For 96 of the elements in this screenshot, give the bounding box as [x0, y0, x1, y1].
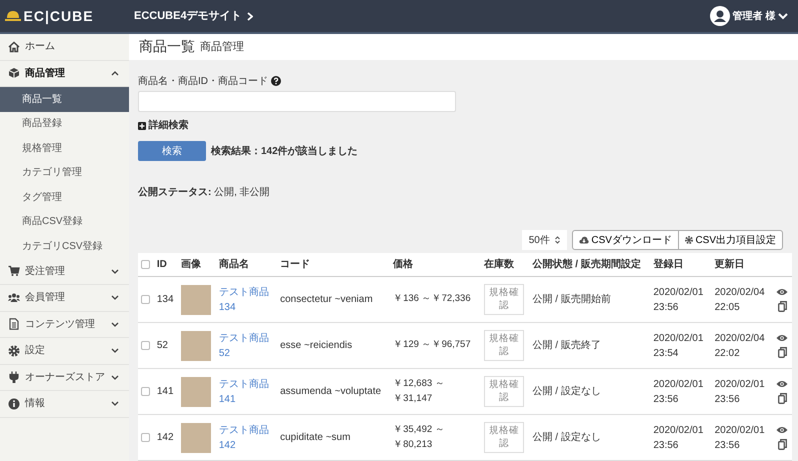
date-cell-text: 2020/02/01 23:54: [653, 332, 704, 360]
sidebar-subitem[interactable]: 商品一覧: [0, 87, 129, 112]
page-subtitle: 商品管理: [200, 40, 244, 54]
stock-check-button[interactable]: 規格確認: [484, 376, 524, 407]
column-header: 登録日: [653, 258, 684, 270]
date-cell-text: 2020/02/01 23:56: [653, 286, 704, 314]
stock-check-button[interactable]: 規格確認: [484, 422, 524, 453]
csv-download-button[interactable]: CSVダウンロード: [572, 230, 679, 250]
date-cell-text: 2020/02/01 23:56: [653, 378, 704, 406]
copy-icon[interactable]: [778, 300, 787, 312]
code-cell: cupiditate ~sum: [280, 432, 350, 443]
search-field[interactable]: [138, 91, 456, 112]
column-header: ID: [156, 258, 167, 270]
per-page-select[interactable]: 50件: [522, 230, 567, 250]
eye-icon[interactable]: [776, 380, 788, 388]
users-icon: [8, 292, 20, 304]
document-icon: [8, 318, 20, 330]
photo-placeholder: [180, 376, 211, 406]
search-result-text: 検索結果：142件が該当しました: [211, 144, 358, 158]
info-icon: [8, 398, 20, 410]
column-header: コード: [280, 258, 310, 270]
status-filter-text: 公開ステータス: 公開, 非公開: [138, 186, 271, 200]
copy-icon[interactable]: [778, 346, 787, 358]
sidebar-subitem[interactable]: 規格管理: [0, 136, 129, 160]
search-label: 商品名・商品ID・商品コード: [138, 74, 268, 88]
code-cell: consectetur ~veniam: [280, 294, 373, 305]
page-title: 商品一覧: [139, 37, 195, 56]
code-cell: esse ~reiciendis: [280, 340, 352, 351]
column-header: 商品名: [218, 258, 249, 270]
stock-check-button[interactable]: 規格確認: [484, 330, 524, 361]
search-button[interactable]: 検索: [138, 141, 206, 161]
price-cell-text: ￥136 ～￥72,336: [393, 292, 472, 306]
copy-icon[interactable]: [778, 438, 787, 450]
date-cell-text: 2020/02/01 23:56: [714, 424, 766, 452]
csv-settings-button[interactable]: CSV出力項目設定: [678, 230, 783, 250]
help-icon[interactable]: [270, 76, 280, 86]
product-name-link[interactable]: テスト商品 52: [218, 330, 271, 360]
date-cell-text: 2020/02/01 23:56: [714, 378, 766, 406]
user-name[interactable]: 管理者 様: [732, 8, 776, 24]
row-checkbox[interactable]: [141, 432, 150, 442]
id-cell: 134: [156, 294, 174, 305]
id-cell: 142: [156, 432, 174, 443]
id-cell: 141: [156, 386, 174, 397]
row-checkbox[interactable]: [141, 294, 150, 304]
cloud-download-icon: [578, 236, 589, 244]
status-cell: 公開 / 設定なし: [532, 386, 601, 397]
cart-icon: [8, 265, 20, 278]
row-checkbox[interactable]: [141, 386, 150, 396]
price-cell-text: ￥12,683 ～￥31,147: [393, 377, 446, 406]
eye-icon[interactable]: [776, 334, 788, 342]
user-avatar-icon[interactable]: [710, 6, 730, 26]
chevron-down-icon[interactable]: [778, 12, 788, 20]
eye-icon[interactable]: [776, 288, 788, 296]
gear-icon: [684, 236, 693, 244]
price-cell-text: ￥129 ～￥96,757: [393, 338, 472, 352]
date-cell-text: 2020/02/01 23:56: [653, 424, 704, 452]
column-header: 価格: [393, 258, 414, 270]
sidebar-subitem[interactable]: カテゴリ管理: [0, 160, 129, 185]
sort-arrows-icon: [554, 236, 560, 244]
sidebar-subitem[interactable]: タグ管理: [0, 185, 129, 210]
date-cell-text: 2020/02/04 22:02: [714, 332, 766, 360]
date-cell-text: 2020/02/04 22:05: [714, 286, 766, 314]
photo-placeholder: [180, 422, 211, 452]
column-header: 在庫数: [484, 258, 514, 270]
photo-placeholder: [180, 330, 211, 360]
advanced-search-link[interactable]: 詳細検索: [148, 118, 188, 133]
chevron-right-icon: [246, 12, 253, 20]
plus-square-icon[interactable]: [138, 122, 146, 130]
status-cell: 公開 / 設定なし: [532, 432, 601, 443]
product-name-link[interactable]: テスト商品 142: [218, 422, 271, 452]
id-cell: 52: [156, 340, 168, 351]
column-header: 更新日: [714, 258, 745, 270]
product-name-link[interactable]: テスト商品 134: [218, 284, 271, 314]
status-cell: 公開 / 販売開始前: [532, 294, 611, 305]
column-header: 公開状態 / 販売期間設定: [532, 258, 641, 270]
sidebar-subitem[interactable]: 商品CSV登録: [0, 210, 129, 234]
logo-text: EC|CUBE: [24, 6, 94, 26]
logo-icon: [5, 10, 21, 22]
gear-icon: [8, 344, 20, 357]
plug-icon: [8, 371, 20, 384]
select-all-checkbox[interactable]: [141, 260, 150, 269]
price-cell-text: ￥35,492 ～￥80,213: [393, 423, 446, 452]
site-name[interactable]: ECCUBE4デモサイト: [134, 8, 242, 24]
box-icon: [8, 67, 20, 80]
code-cell: assumenda ~voluptate: [280, 386, 382, 397]
photo-placeholder: [180, 284, 211, 314]
product-name-link[interactable]: テスト商品 141: [218, 376, 271, 406]
column-header: 画像: [180, 258, 201, 270]
row-checkbox[interactable]: [141, 340, 150, 350]
stock-check-button[interactable]: 規格確認: [484, 284, 524, 315]
home-icon: [8, 40, 20, 53]
sidebar-subitem[interactable]: 商品登録: [0, 112, 129, 136]
eye-icon[interactable]: [776, 426, 788, 434]
copy-icon[interactable]: [778, 392, 787, 404]
status-cell: 公開 / 販売終了: [532, 340, 601, 351]
sidebar-subitem[interactable]: カテゴリCSV登録: [0, 234, 129, 258]
